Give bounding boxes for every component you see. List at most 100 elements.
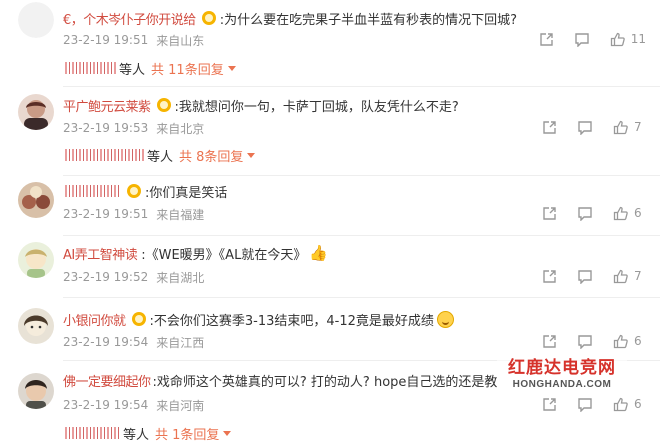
avatar[interactable] — [18, 308, 54, 344]
username[interactable]: 小银问你就 — [63, 310, 126, 329]
comment-location: 来自江西 — [156, 335, 205, 350]
like-button[interactable]: 7 — [613, 269, 646, 284]
divider — [63, 86, 660, 87]
comment-date: 23-2-19 19:51 — [63, 207, 149, 221]
comment-button[interactable] — [577, 397, 593, 412]
chevron-down-icon — [223, 430, 232, 436]
view-replies-link[interactable]: 共 8条回复 — [179, 146, 256, 165]
comment-text: :为什么要在吃完果子半血半蓝有秒表的情况下回城? — [219, 12, 518, 28]
comment-location: 来自河南 — [156, 398, 205, 413]
avatar[interactable] — [18, 373, 54, 409]
comment-date: 23-2-19 19:53 — [63, 121, 149, 135]
replier-names — [65, 427, 121, 439]
view-replies-link[interactable]: 共 1条回复 — [155, 424, 232, 443]
like-count: 7 — [634, 120, 642, 134]
share-icon — [543, 397, 556, 411]
avatar[interactable] — [18, 182, 54, 218]
comment-icon — [578, 334, 592, 349]
comment-button[interactable] — [577, 206, 593, 221]
comment-date: 23-2-19 19:51 — [63, 33, 149, 47]
comment-date: 23-2-19 19:52 — [63, 270, 149, 284]
divider — [63, 235, 660, 236]
comment-item: 平广鲍元云莱紫 :我就想问你一句，卡萨丁回城，队友凭什么不走? 23-2-19 … — [0, 88, 660, 178]
username[interactable]: 平广鲍元云莱紫 — [63, 96, 151, 115]
like-button[interactable]: 6 — [613, 206, 646, 221]
divider — [63, 175, 660, 176]
vip-badge-icon — [156, 98, 171, 112]
avatar[interactable] — [18, 94, 54, 130]
replier-suffix: 等人 — [123, 427, 150, 443]
replier-names — [65, 62, 117, 74]
share-button[interactable] — [542, 397, 557, 412]
share-button[interactable] — [542, 334, 557, 349]
username[interactable]: AI弄工智神读 — [63, 244, 138, 263]
view-replies-link[interactable]: 共 11条回复 — [151, 59, 236, 78]
comment-icon — [578, 120, 592, 135]
username[interactable]: €，个木岑仆子你开说给 — [63, 9, 196, 28]
like-button[interactable]: 7 — [613, 120, 646, 135]
share-button[interactable] — [542, 269, 557, 284]
like-button[interactable]: 6 — [613, 334, 646, 349]
replier-suffix: 等人 — [119, 62, 146, 78]
thumbs-up-icon — [613, 397, 628, 411]
comment-item: AI弄工智神读 :《WE暖男》《AL就在今天》 👍 23-2-19 19:52 … — [0, 238, 660, 298]
like-count: 6 — [634, 206, 642, 220]
chevron-down-icon — [247, 152, 256, 158]
share-icon — [540, 32, 553, 46]
comment-location: 来自湖北 — [156, 270, 205, 285]
like-count: 7 — [634, 269, 642, 283]
like-count: 6 — [634, 334, 642, 348]
share-icon — [543, 120, 556, 134]
like-count: 6 — [634, 397, 642, 411]
thumbs-up-icon — [610, 32, 625, 46]
watermark-en: HONGHANDA.COM — [512, 379, 612, 390]
thumbs-up-icon — [613, 334, 628, 348]
thumbs-up-icon — [613, 120, 628, 134]
avatar[interactable] — [18, 2, 54, 38]
comment-date: 23-2-19 19:54 — [63, 335, 149, 349]
comment-item: 小银问你就 :不会你们这赛季3-13结束吧，4-12竟是最好成绩 23-2-19… — [0, 298, 660, 361]
comment-text: :不会你们这赛季3-13结束吧，4-12竟是最好成绩 — [149, 313, 434, 329]
comment-icon — [578, 397, 592, 412]
comment-icon — [578, 269, 592, 284]
share-icon — [543, 206, 556, 220]
comment-text: :你们真是笑话 — [145, 185, 228, 201]
comment-button[interactable] — [577, 120, 593, 135]
chevron-down-icon — [227, 65, 236, 71]
replier-suffix: 等人 — [147, 149, 174, 165]
vip-badge-icon — [201, 11, 216, 25]
smile-emoji-icon — [436, 310, 454, 328]
comment-text: :戏命师这个英雄真的可以? 打的动人? hope自己选的还是教 — [152, 374, 498, 390]
avatar[interactable] — [18, 242, 54, 278]
like-count: 11 — [630, 32, 646, 46]
comment-item: €，个木岑仆子你开说给 :为什么要在吃完果子半血半蓝有秒表的情况下回城? 23-… — [0, 0, 660, 88]
share-icon — [543, 334, 556, 348]
comment-location: 来自山东 — [156, 33, 205, 48]
comment-button[interactable] — [577, 269, 593, 284]
replier-names — [65, 149, 145, 161]
comment-text: :《WE暖男》《AL就在今天》 — [141, 247, 307, 263]
comment-location: 来自北京 — [156, 121, 205, 136]
username[interactable] — [65, 185, 121, 197]
vip-badge-icon — [131, 312, 146, 326]
comment-button[interactable] — [577, 334, 593, 349]
share-button[interactable] — [542, 120, 557, 135]
comment-button[interactable] — [574, 32, 590, 47]
comment-location: 来自福建 — [156, 207, 205, 222]
comment-icon — [575, 32, 589, 47]
share-button[interactable] — [539, 32, 554, 47]
comment-date: 23-2-19 19:54 — [63, 398, 149, 412]
thumbs-up-emoji-icon: 👍 — [309, 244, 329, 262]
share-button[interactable] — [542, 206, 557, 221]
comment-text: :我就想问你一句，卡萨丁回城，队友凭什么不走? — [174, 99, 459, 115]
site-watermark: 红鹿达电竞网 HONGHANDA.COM — [497, 357, 627, 397]
vip-badge-icon — [127, 184, 141, 198]
comment-item: :你们真是笑话 23-2-19 19:51 来自福建 6 — [0, 178, 660, 238]
username[interactable]: 佛一定要细起你 — [63, 371, 151, 390]
thumbs-up-icon — [613, 269, 628, 283]
like-button[interactable]: 6 — [613, 397, 646, 412]
thumbs-up-icon — [613, 206, 628, 220]
watermark-cn: 红鹿达电竞网 — [508, 358, 616, 378]
like-button[interactable]: 11 — [610, 32, 646, 47]
comment-icon — [578, 206, 592, 221]
